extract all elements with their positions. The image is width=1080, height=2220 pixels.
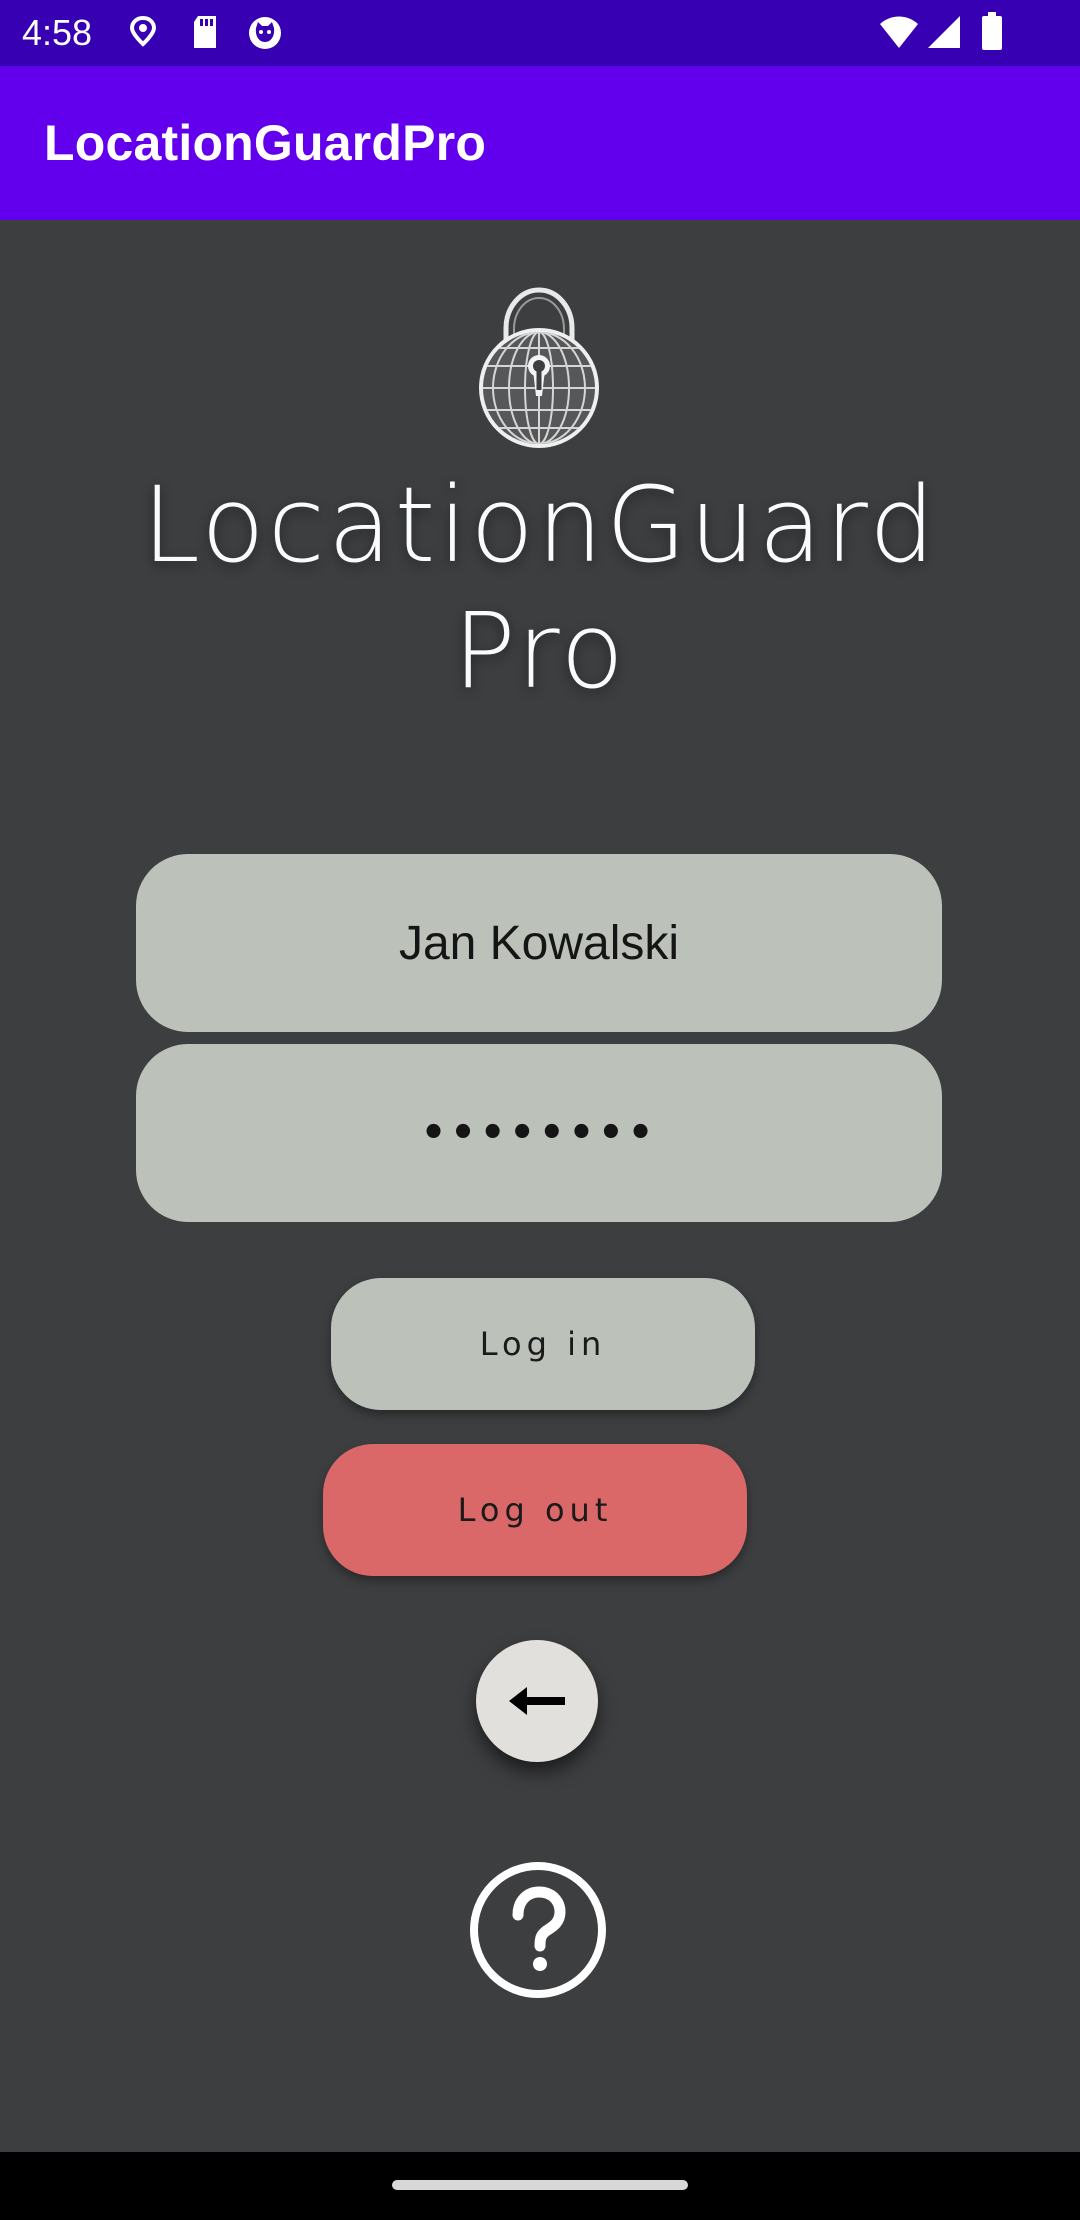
- login-button[interactable]: Log in: [331, 1278, 755, 1410]
- logout-button[interactable]: Log out: [323, 1444, 747, 1576]
- status-bar: 4:58: [0, 0, 1080, 66]
- home-gesture-handle[interactable]: [392, 2180, 688, 2190]
- lock-globe-icon: [479, 287, 599, 448]
- cellular-signal-icon: [928, 16, 960, 48]
- brand-title: LocationGuard Pro: [0, 462, 1080, 714]
- help-circle-icon[interactable]: [468, 1860, 608, 2000]
- sd-card-icon: [194, 16, 216, 48]
- wifi-icon: [880, 16, 918, 48]
- arrow-left-icon: [509, 1687, 565, 1715]
- status-time: 4:58: [22, 12, 93, 53]
- location-pin-icon: [129, 15, 157, 47]
- app-bar: LocationGuardPro: [0, 66, 1080, 220]
- brand-title-line2: Pro: [453, 590, 627, 712]
- battery-icon: [982, 12, 1002, 50]
- cat-face-icon: [249, 17, 281, 49]
- username-field[interactable]: Jan Kowalski: [136, 854, 942, 1032]
- password-field[interactable]: ••••••••: [136, 1044, 942, 1222]
- brand-title-line1: LocationGuard: [141, 464, 939, 586]
- back-button[interactable]: [476, 1640, 598, 1762]
- app-bar-title: LocationGuardPro: [44, 115, 487, 171]
